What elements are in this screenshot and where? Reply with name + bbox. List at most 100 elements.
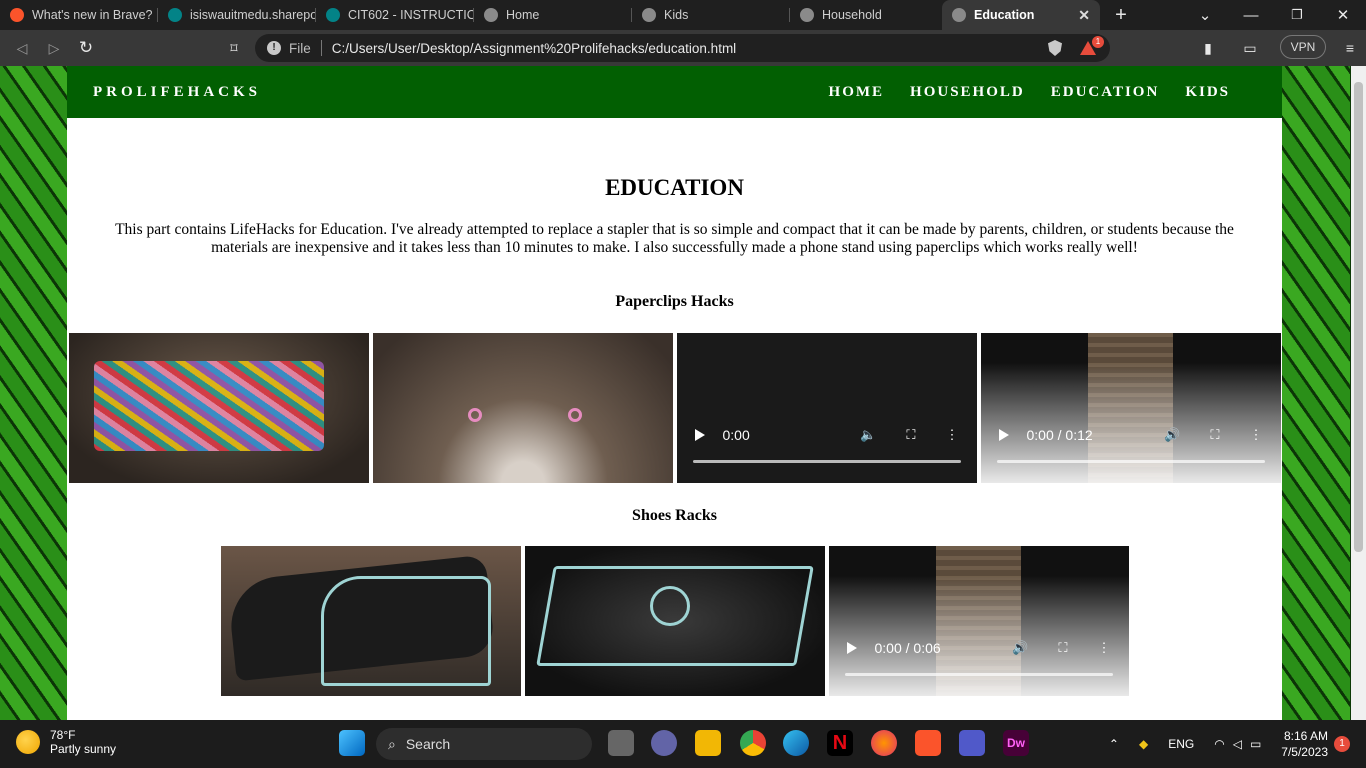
system-tray: ⌃ ◆ ENG ◠ ◁ ▭ 8:16 AM 7/5/2023 1: [1109, 720, 1366, 768]
video-time: 0:00: [722, 427, 750, 443]
fullscreen-icon[interactable]: ⛶: [1210, 427, 1219, 443]
globe-icon: [642, 8, 656, 22]
video-time: 0:00 / 0:06: [874, 640, 941, 656]
page-viewport: PROLIFEHACKS HOME HOUSEHOLD EDUCATION KI…: [0, 66, 1366, 720]
fullscreen-icon[interactable]: ⛶: [906, 427, 915, 443]
edge-icon[interactable]: [783, 730, 809, 756]
paperclips-video-1[interactable]: 0:00 🔈 ⛶ ⋮: [676, 333, 977, 483]
reload-icon[interactable]: ↻: [70, 32, 102, 64]
netflix-icon[interactable]: N: [827, 730, 853, 756]
new-tab-button[interactable]: +: [1098, 0, 1144, 30]
nav-household[interactable]: HOUSEHOLD: [910, 84, 1025, 101]
language-indicator[interactable]: ENG: [1168, 737, 1194, 751]
sharepoint-icon: [326, 8, 340, 22]
scrollbar[interactable]: [1351, 66, 1366, 720]
scrollbar-thumb[interactable]: [1354, 82, 1363, 552]
forward-arrow-icon[interactable]: ▷: [38, 32, 70, 64]
tab-bar: What's new in Brave? | isiswauitmedu.sha…: [0, 0, 1366, 30]
partly-sunny-icon: [16, 730, 40, 754]
menu-icon[interactable]: ≡: [1334, 32, 1366, 64]
video-progress-bar[interactable]: [844, 673, 1113, 676]
tab-kids[interactable]: Kids: [632, 0, 790, 30]
vpn-button[interactable]: VPN: [1280, 35, 1326, 59]
close-tab-icon[interactable]: ✕: [1078, 7, 1090, 24]
hanger-rack-photo: [524, 546, 825, 696]
tab-list-chevron-icon[interactable]: ⌄: [1182, 0, 1228, 30]
dreamweaver-icon[interactable]: Dw: [1003, 730, 1029, 756]
taskbar: 78°F Partly sunny ⌕ Search N Dw ⌃ ◆ ENG ◠ …: [0, 720, 1366, 768]
window-close-button[interactable]: ✕: [1320, 0, 1366, 30]
paperclips-gallery: 0:00 🔈 ⛶ ⋮ 0:00 / 0:12 🔊 ⛶ ⋮: [67, 333, 1282, 483]
rewards-badge: 1: [1092, 36, 1104, 48]
globe-icon: [952, 8, 966, 22]
globe-icon: [800, 8, 814, 22]
task-view-icon[interactable]: [608, 730, 634, 756]
windows-start-icon[interactable]: [339, 730, 365, 756]
address-bar[interactable]: ! File C:/Users/User/Desktop/Assignment%…: [255, 34, 1110, 62]
tab-cit602[interactable]: CIT602 - INSTRUCTION: [316, 0, 474, 30]
tab-household[interactable]: Household: [790, 0, 942, 30]
minimize-button[interactable]: —: [1228, 0, 1274, 30]
play-icon[interactable]: [846, 642, 857, 654]
site-navbar: PROLIFEHACKS HOME HOUSEHOLD EDUCATION KI…: [67, 66, 1282, 118]
security-icon[interactable]: ◆: [1139, 737, 1148, 751]
weather-widget[interactable]: 78°F Partly sunny: [16, 728, 116, 756]
restore-button[interactable]: ❐: [1274, 0, 1320, 30]
back-arrow-icon[interactable]: ◁: [6, 32, 38, 64]
brave-icon[interactable]: [915, 730, 941, 756]
fullscreen-icon[interactable]: ⛶: [1058, 640, 1067, 656]
paperclips-video-2[interactable]: 0:00 / 0:12 🔊 ⛶ ⋮: [980, 333, 1281, 483]
page-title: EDUCATION: [605, 175, 744, 200]
bookmark-icon[interactable]: ⌑: [218, 32, 250, 64]
play-icon[interactable]: [998, 429, 1009, 441]
volume-icon[interactable]: 🔊: [1164, 427, 1180, 443]
tab-sharepoint[interactable]: isiswauitmedu.sharepo: [158, 0, 316, 30]
sidebar-icon[interactable]: ▮: [1192, 32, 1224, 64]
site-info-icon[interactable]: !: [267, 41, 281, 55]
chrome-icon[interactable]: [740, 730, 766, 756]
video-progress-bar[interactable]: [996, 460, 1265, 463]
volume-icon[interactable]: 🔊: [1012, 640, 1028, 656]
site-logo[interactable]: PROLIFEHACKS: [93, 84, 261, 101]
battery-icon[interactable]: ▭: [1250, 737, 1261, 751]
clock[interactable]: 8:16 AM 7/5/2023: [1281, 728, 1328, 760]
nav-education[interactable]: EDUCATION: [1051, 84, 1160, 101]
shoe-racks-gallery: 0:00 / 0:06 🔊 ⛶ ⋮: [67, 546, 1282, 696]
more-options-icon[interactable]: ⋮: [1098, 640, 1111, 656]
taskbar-search[interactable]: ⌕ Search: [376, 728, 592, 760]
tab-education[interactable]: Education ✕: [942, 0, 1100, 30]
section-title-paperclips: Paperclips Hacks: [615, 293, 734, 310]
volume-icon[interactable]: ◁: [1233, 737, 1242, 751]
shoe-rack-video[interactable]: 0:00 / 0:06 🔊 ⛶ ⋮: [828, 546, 1129, 696]
search-icon: ⌕: [388, 735, 396, 752]
leaf-background-left: [0, 66, 68, 720]
intro-paragraph: This part contains LifeHacks for Educati…: [115, 221, 1234, 256]
notification-badge[interactable]: 1: [1334, 736, 1350, 752]
brave-shields-icon[interactable]: [1048, 40, 1062, 56]
more-options-icon[interactable]: ⋮: [1250, 427, 1263, 443]
file-explorer-icon[interactable]: [695, 730, 721, 756]
nav-home[interactable]: HOME: [829, 84, 885, 101]
page-content: PROLIFEHACKS HOME HOUSEHOLD EDUCATION KI…: [67, 66, 1282, 720]
video-time: 0:00 / 0:12: [1026, 427, 1093, 443]
chat-icon[interactable]: [651, 730, 677, 756]
globe-icon: [484, 8, 498, 22]
sharepoint-icon: [168, 8, 182, 22]
browser-toolbar: ◁ ▷ ↻ ⌑ ! File C:/Users/User/Desktop/Ass…: [0, 30, 1366, 66]
nav-kids[interactable]: KIDS: [1185, 84, 1230, 101]
volume-icon[interactable]: 🔈: [860, 427, 876, 443]
more-options-icon[interactable]: ⋮: [946, 427, 959, 443]
teams-icon[interactable]: [959, 730, 985, 756]
play-icon[interactable]: [694, 429, 705, 441]
wifi-icon[interactable]: ◠: [1214, 737, 1224, 751]
firefox-icon[interactable]: [871, 730, 897, 756]
chevron-up-icon[interactable]: ⌃: [1109, 737, 1119, 751]
url-text[interactable]: C:/Users/User/Desktop/Assignment%20Proli…: [332, 41, 736, 56]
brave-icon: [10, 8, 24, 22]
tab-home[interactable]: Home: [474, 0, 632, 30]
video-progress-bar[interactable]: [692, 460, 961, 463]
wallet-icon[interactable]: ▭: [1234, 32, 1266, 64]
leaf-background-right: [1282, 66, 1350, 720]
section-title-shoe-racks: Shoes Racks: [632, 507, 717, 524]
tab-brave-whats-new[interactable]: What's new in Brave? |: [0, 0, 158, 30]
